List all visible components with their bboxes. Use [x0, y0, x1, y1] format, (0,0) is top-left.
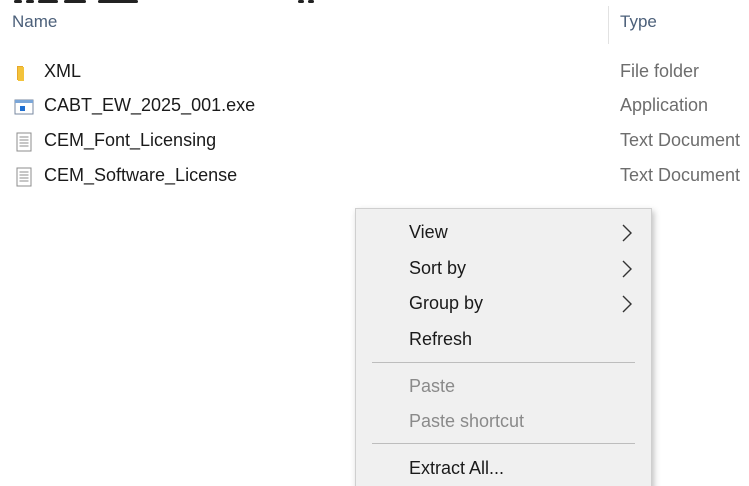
file-type: Text Document: [620, 165, 741, 185]
menu-item-paste-shortcut[interactable]: Paste shortcut: [356, 405, 651, 439]
file-name: XML: [44, 61, 82, 81]
header-toolbar-remnant: [14, 0, 314, 4]
chevron-right-icon: [622, 224, 632, 242]
file-row-font-licensing[interactable]: CEM_Font_Licensing Text Document: [0, 124, 749, 158]
text-document-icon: [16, 167, 32, 187]
menu-item-group-by[interactable]: Group by: [356, 287, 651, 321]
file-row-exe[interactable]: CABT_EW_2025_001.exe Application: [0, 89, 749, 123]
chevron-right-icon: [622, 295, 632, 313]
menu-item-extract-all[interactable]: Extract All...: [356, 452, 651, 486]
menu-item-sort-by[interactable]: Sort by: [356, 252, 651, 286]
file-name: CEM_Font_Licensing: [44, 130, 217, 150]
file-name: CEM_Software_License: [44, 165, 238, 185]
menu-item-label: Sort by: [409, 258, 467, 278]
folder-icon: [17, 66, 24, 81]
menu-item-label: Refresh: [409, 329, 473, 349]
application-icon: [14, 99, 34, 115]
menu-item-view[interactable]: View: [356, 216, 651, 250]
menu-item-label: Paste: [409, 376, 456, 396]
menu-item-paste[interactable]: Paste: [356, 370, 651, 404]
column-header: Name Type: [0, 0, 749, 46]
text-document-icon: [16, 132, 32, 152]
file-name: CABT_EW_2025_001.exe: [44, 95, 256, 115]
menu-item-label: View: [409, 222, 448, 242]
menu-separator: [372, 362, 635, 363]
file-row-xml[interactable]: XML File folder: [0, 55, 749, 89]
menu-item-label: Extract All...: [409, 458, 505, 478]
chevron-right-icon: [622, 260, 632, 278]
context-menu: View Sort by Group by Refresh Paste Past…: [355, 208, 652, 486]
column-divider[interactable]: [608, 6, 609, 44]
menu-separator: [372, 443, 635, 444]
menu-item-refresh[interactable]: Refresh: [356, 323, 651, 357]
file-type: Text Document: [620, 130, 741, 150]
file-type: Application: [620, 95, 709, 115]
menu-item-label: Group by: [409, 293, 484, 313]
column-header-type[interactable]: Type: [620, 12, 657, 32]
column-header-name[interactable]: Name: [12, 12, 57, 32]
menu-item-label: Paste shortcut: [409, 411, 525, 431]
file-type: File folder: [620, 61, 700, 81]
file-row-software-license[interactable]: CEM_Software_License Text Document: [0, 159, 749, 193]
